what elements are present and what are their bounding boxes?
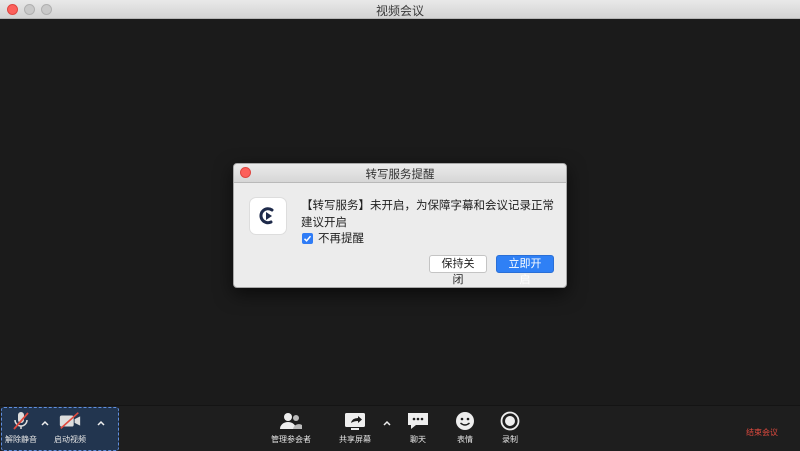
share-screen-label: 共享屏幕 [339, 435, 371, 444]
dont-remind-label: 不再提醒 [318, 231, 364, 245]
chevron-up-icon[interactable] [382, 418, 392, 428]
transcription-reminder-dialog: 转写服务提醒 【转写服务】未开启，为保障字幕和会议记录正常建议开启 不再提醒 保… [233, 163, 567, 288]
dont-remind-checkbox[interactable]: 不再提醒 [302, 230, 364, 246]
record-label: 录制 [502, 435, 518, 444]
chat-icon [406, 411, 430, 431]
record-button[interactable]: 录制 [498, 411, 522, 445]
checkmark-icon[interactable] [302, 232, 313, 244]
chat-label: 聊天 [410, 435, 426, 444]
manage-participants-button[interactable]: 管理参会者 [271, 411, 311, 445]
dialog-message: 【转写服务】未开启，为保障字幕和会议记录正常建议开启 [301, 198, 554, 229]
manage-participants-label: 管理参会者 [271, 435, 311, 444]
camera-off-icon [58, 411, 82, 431]
open-now-button[interactable]: 立即开启 [496, 255, 554, 286]
chevron-up-icon[interactable] [96, 418, 106, 428]
chevron-up-icon[interactable] [40, 418, 50, 428]
reactions-button[interactable]: 表情 [453, 411, 477, 445]
participants-icon [279, 411, 303, 431]
start-video-label: 启动视频 [54, 435, 86, 444]
reactions-label: 表情 [457, 435, 473, 444]
unmute-button[interactable]: 解除静音 [5, 411, 37, 445]
start-video-button[interactable]: 启动视频 [54, 411, 86, 445]
meeting-toolbar: 解除静音 启动视频 管理参会者 共享屏幕 聊天 表情 录制 结束会议 [0, 405, 800, 451]
window-title: 视频会议 [375, 4, 424, 18]
window-titlebar: 视频会议 [0, 0, 800, 19]
chat-button[interactable]: 聊天 [406, 411, 430, 445]
dialog-title: 转写服务提醒 [365, 167, 435, 181]
ear-play-icon [249, 197, 287, 235]
emoji-icon [453, 411, 477, 431]
unmute-label: 解除静音 [5, 435, 37, 444]
mic-muted-icon [9, 411, 33, 431]
keep-closed-button[interactable]: 保持关闭 [429, 255, 487, 286]
end-meeting-button[interactable]: 结束会议 [746, 427, 778, 438]
share-screen-icon [343, 411, 367, 431]
dialog-titlebar: 转写服务提醒 [234, 164, 566, 183]
record-icon [498, 411, 522, 431]
share-screen-button[interactable]: 共享屏幕 [339, 411, 371, 445]
